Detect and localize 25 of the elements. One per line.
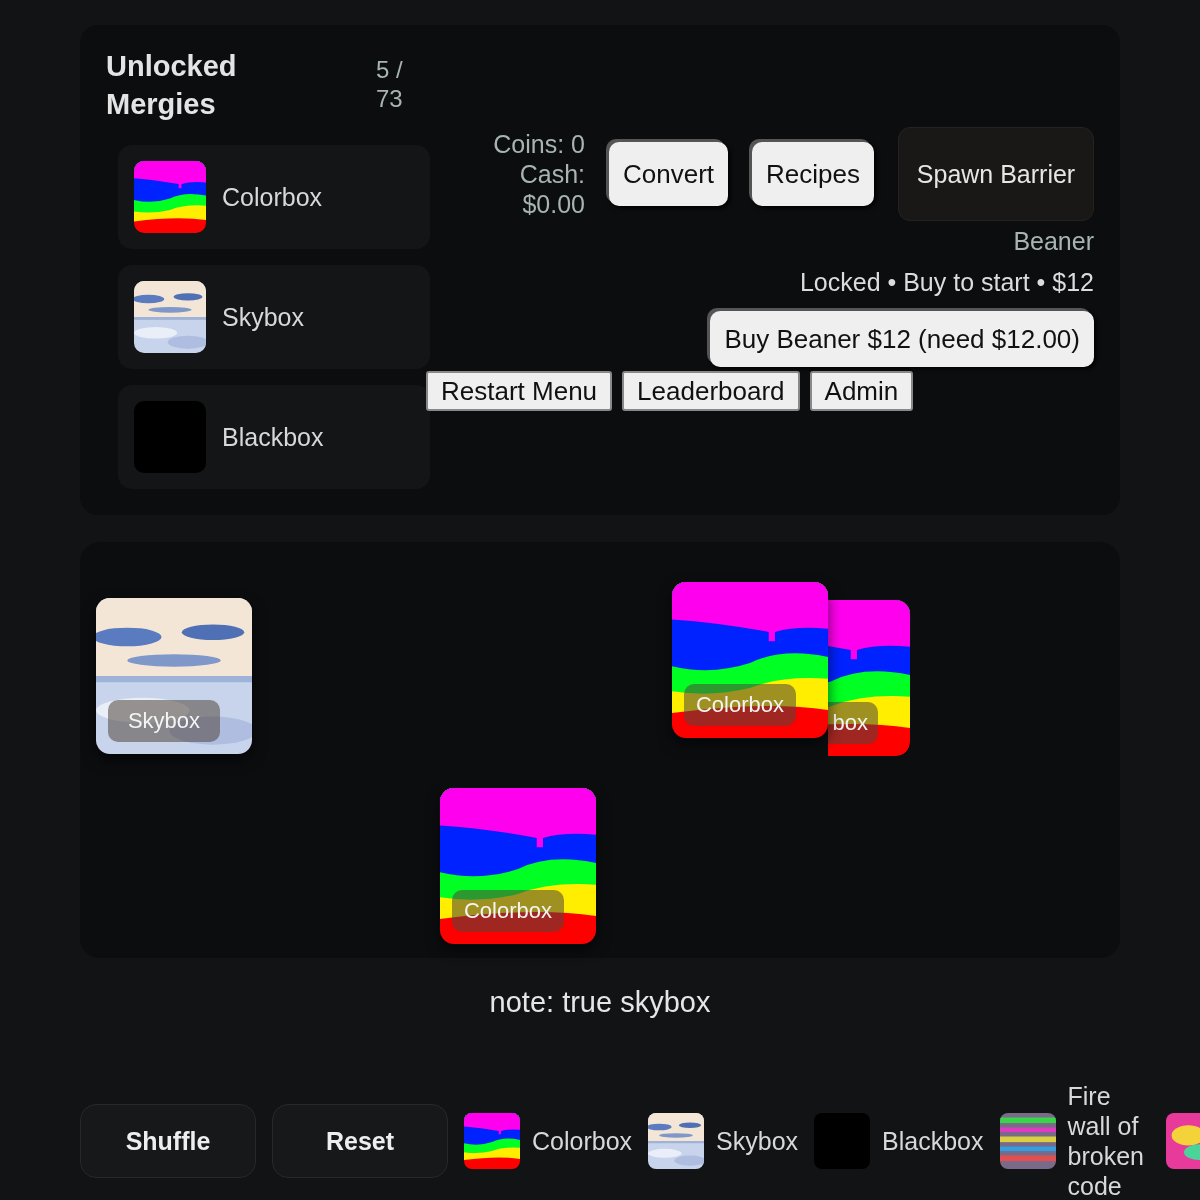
card-label: Colorbox (452, 890, 564, 932)
mergie-item[interactable]: Blackbox (118, 385, 430, 489)
palette-item[interactable]: Fire wall of broken code (999, 1081, 1150, 1200)
menu-button[interactable]: Leaderboard (622, 371, 800, 411)
unlocked-count: 5 / 73 (376, 55, 404, 114)
control-button[interactable]: Shuffle (80, 1104, 256, 1178)
action-button[interactable]: Convert (609, 142, 729, 206)
mergie-item[interactable]: Colorbox (118, 145, 430, 249)
mergie-item[interactable]: Skybox (118, 265, 430, 369)
menu-button[interactable]: Admin (809, 371, 914, 411)
palette-item[interactable]: Blackbox (814, 1113, 984, 1169)
palette-item[interactable]: Skybox (648, 1113, 799, 1169)
menu-button[interactable]: Restart Menu (426, 371, 613, 411)
shop-status: Locked • Buy to start • $12 (799, 268, 1094, 297)
buy-button[interactable]: Buy Beaner $12 (need $12.00) (710, 311, 1094, 367)
note-text: note: true skybox (488, 986, 712, 1019)
cash-text: Cash: $0.00 (518, 159, 585, 219)
shop-name: Beaner (1013, 227, 1094, 256)
action-button[interactable]: Recipes (752, 142, 874, 206)
palette-item[interactable]: Colorbox (464, 1113, 633, 1169)
card-label: Skybox (108, 700, 220, 742)
sidebar-title: Unlocked Mergies (106, 49, 238, 122)
spawn-button[interactable]: Spawn Barrier (898, 127, 1094, 221)
control-button[interactable]: Reset (272, 1104, 448, 1178)
coins-text: Coins: 0 (492, 129, 585, 159)
